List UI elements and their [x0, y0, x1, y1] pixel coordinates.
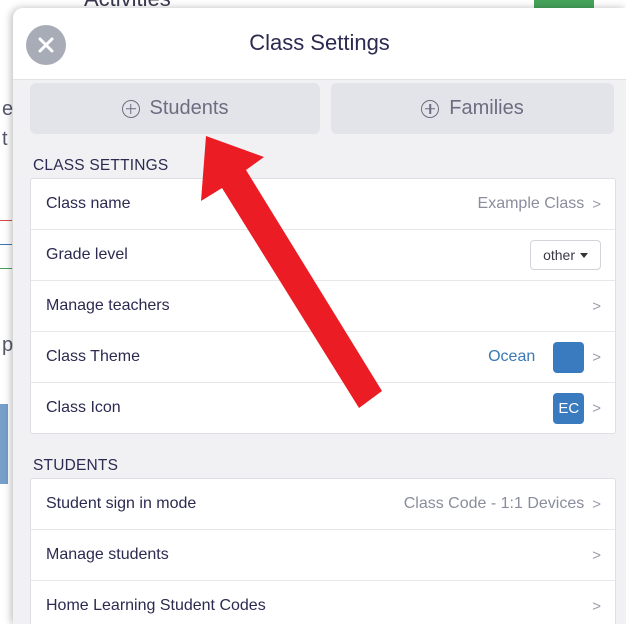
sign-in-mode-value: Class Code - 1:1 Devices	[403, 495, 585, 512]
background-divider	[0, 268, 12, 269]
chevron-right-icon: >	[592, 348, 601, 366]
class-settings-modal: Class Settings Students Families CLASS S…	[13, 8, 626, 624]
class-icon-row[interactable]: Class Icon EC >	[31, 383, 615, 433]
row-label: Class name	[46, 195, 131, 212]
grade-level-value: other	[543, 247, 575, 263]
modal-title: Class Settings	[249, 30, 390, 55]
plus-circle-icon	[121, 99, 140, 118]
class-theme-value: Ocean	[488, 348, 536, 365]
add-students-label: Students	[149, 97, 229, 119]
row-label: Manage students	[46, 546, 169, 563]
add-students-button[interactable]: Students	[30, 83, 320, 134]
chevron-right-icon: >	[592, 297, 601, 315]
background-letter: p	[2, 334, 14, 356]
background-panel	[0, 404, 8, 484]
home-learning-codes-row[interactable]: Home Learning Student Codes >	[31, 581, 615, 624]
chevron-right-icon: >	[592, 399, 601, 417]
add-families-button[interactable]: Families	[331, 83, 614, 134]
grade-level-row: Grade level other	[31, 230, 615, 281]
class-name-row[interactable]: Class name Example Class >	[31, 179, 615, 230]
class-icon-badge: EC	[553, 392, 585, 424]
modal-header: Class Settings	[13, 8, 626, 80]
row-label: Class Icon	[46, 399, 121, 416]
manage-teachers-row[interactable]: Manage teachers >	[31, 281, 615, 332]
students-section-label: STUDENTS	[33, 457, 119, 474]
row-label: Home Learning Student Codes	[46, 597, 266, 614]
row-label: Student sign in mode	[46, 495, 197, 512]
chevron-right-icon: >	[592, 546, 601, 564]
row-label: Manage teachers	[46, 297, 170, 314]
background-letter: e	[2, 98, 14, 120]
chevron-right-icon: >	[592, 495, 601, 513]
student-sign-in-mode-row[interactable]: Student sign in mode Class Code - 1:1 De…	[31, 479, 615, 530]
background-accent-bar	[534, 0, 594, 8]
background-divider	[0, 244, 12, 245]
class-theme-row[interactable]: Class Theme Ocean >	[31, 332, 615, 383]
students-list: Student sign in mode Class Code - 1:1 De…	[30, 478, 616, 624]
class-settings-list: Class name Example Class > Grade level o…	[30, 178, 616, 434]
row-label: Grade level	[46, 246, 128, 263]
chevron-right-icon: >	[592, 597, 601, 615]
plus-circle-icon	[421, 99, 440, 118]
background-divider	[0, 220, 12, 221]
add-families-label: Families	[449, 97, 524, 119]
caret-down-icon	[580, 252, 588, 258]
theme-color-swatch	[553, 341, 585, 373]
manage-students-row[interactable]: Manage students >	[31, 530, 615, 581]
class-settings-section-label: CLASS SETTINGS	[33, 157, 169, 174]
class-name-value: Example Class	[477, 195, 585, 212]
chevron-right-icon: >	[592, 195, 601, 213]
background-letter: t	[2, 128, 8, 150]
grade-level-select[interactable]: other	[530, 240, 601, 270]
row-label: Class Theme	[46, 348, 140, 365]
